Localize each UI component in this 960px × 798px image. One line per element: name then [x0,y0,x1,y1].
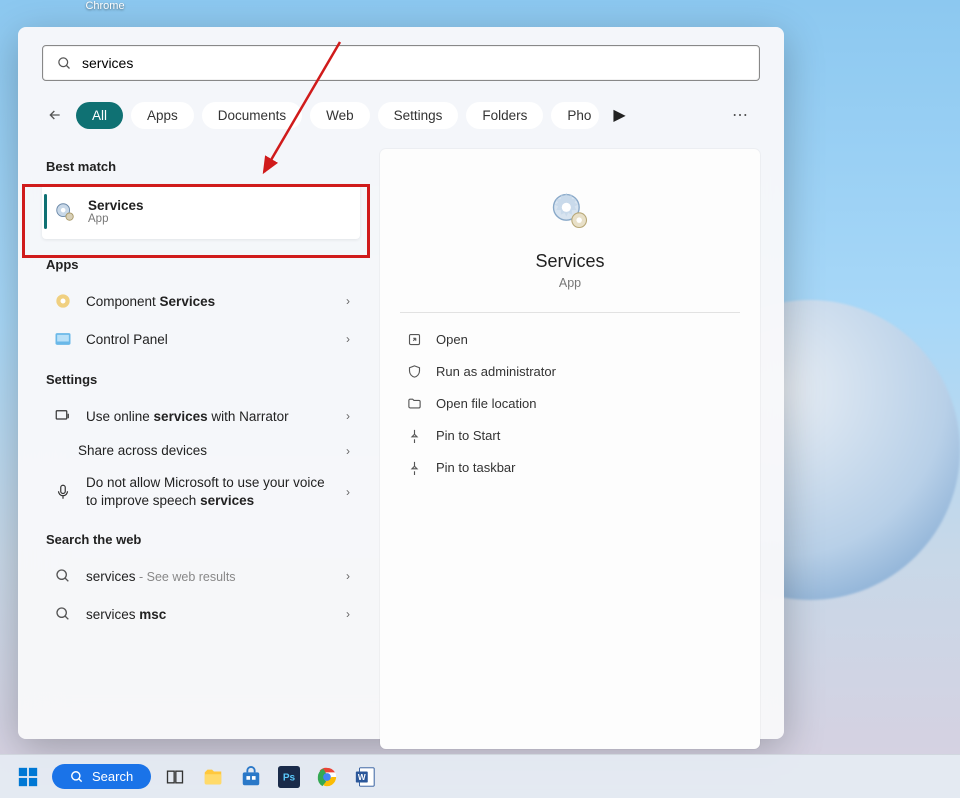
detail-pane: Services App Open Run as administrator O… [380,149,760,749]
result-title: services msc [86,607,166,622]
narrator-icon [52,405,74,427]
chevron-right-icon: › [346,607,350,621]
component-services-icon [52,290,74,312]
section-header-apps: Apps [46,257,360,272]
result-title: Component Services [86,294,215,309]
result-narrator-services[interactable]: Use online services with Narrator › [42,397,360,435]
result-title: Share across devices [78,443,207,458]
section-header-best-match: Best match [46,159,360,174]
filter-tab-photos[interactable]: Pho [551,102,599,129]
microphone-icon [52,481,74,503]
filter-row: All Apps Documents Web Settings Folders … [42,99,760,131]
result-share-devices[interactable]: Share across devices › [42,435,360,466]
search-input[interactable] [82,55,745,71]
filter-tab-folders[interactable]: Folders [466,102,543,129]
action-label: Pin to Start [436,428,500,443]
chevron-right-icon: › [346,485,350,499]
results-column: Best match Services App Apps Component S… [42,149,360,749]
section-header-settings: Settings [46,372,360,387]
search-icon [52,565,74,587]
search-icon [57,56,72,71]
desktop-icon-chrome-label[interactable]: Chrome [70,0,140,12]
pin-icon [406,427,422,443]
back-button[interactable] [42,102,68,128]
detail-subtitle: App [400,276,740,290]
action-label: Pin to taskbar [436,460,516,475]
taskbar-task-view[interactable] [161,763,189,791]
action-open[interactable]: Open [400,323,740,355]
pin-icon [406,459,422,475]
filter-tab-settings[interactable]: Settings [378,102,459,129]
more-options-button[interactable]: ⋯ [722,99,760,131]
taskbar-explorer-icon[interactable] [199,763,227,791]
filter-tab-apps[interactable]: Apps [131,102,194,129]
taskbar-word-icon[interactable]: W [351,763,379,791]
chevron-right-icon: › [346,569,350,583]
action-open-location[interactable]: Open file location [400,387,740,419]
start-button[interactable] [14,763,42,791]
search-box[interactable] [42,45,760,81]
chevron-right-icon: › [346,332,350,346]
taskbar-store-icon[interactable] [237,763,265,791]
result-component-services[interactable]: Component Services › [42,282,360,320]
shield-icon [406,363,422,379]
action-label: Open [436,332,468,347]
filter-tab-all[interactable]: All [76,102,123,129]
result-title: services - See web results [86,569,236,584]
filter-tab-documents[interactable]: Documents [202,102,302,129]
services-gear-icon [54,201,76,223]
result-speech-services[interactable]: Do not allow Microsoft to use your voice… [42,466,360,518]
action-run-admin[interactable]: Run as administrator [400,355,740,387]
folder-icon [406,395,422,411]
result-title: Do not allow Microsoft to use your voice… [86,474,334,510]
divider [400,312,740,313]
result-web-services-msc[interactable]: services msc › [42,595,360,633]
taskbar-chrome-icon[interactable] [313,763,341,791]
chevron-right-icon: › [346,409,350,423]
taskbar-search-button[interactable]: Search [52,764,151,789]
action-label: Open file location [436,396,536,411]
result-subtitle: App [88,213,144,225]
result-best-services[interactable]: Services App [42,184,360,239]
action-pin-start[interactable]: Pin to Start [400,419,740,451]
result-web-services[interactable]: services - See web results › [42,557,360,595]
filter-tab-web[interactable]: Web [310,102,370,129]
services-gear-icon [548,189,592,233]
result-title: Control Panel [86,332,168,347]
detail-title: Services [400,251,740,272]
taskbar-search-label: Search [92,769,133,784]
svg-text:Ps: Ps [283,772,296,783]
svg-text:W: W [358,772,366,781]
result-title: Services [88,198,144,213]
result-title: Use online services with Narrator [86,409,289,424]
taskbar-photoshop-icon[interactable]: Ps [275,763,303,791]
control-panel-icon [52,328,74,350]
open-icon [406,331,422,347]
chevron-right-icon: › [346,444,350,458]
start-search-panel: All Apps Documents Web Settings Folders … [18,27,784,739]
action-label: Run as administrator [436,364,556,379]
result-control-panel[interactable]: Control Panel › [42,320,360,358]
section-header-web: Search the web [46,532,360,547]
action-pin-taskbar[interactable]: Pin to taskbar [400,451,740,483]
taskbar: Search Ps W [0,754,960,798]
chevron-right-icon: › [346,294,350,308]
filter-scroll-right[interactable]: ▶ [607,101,631,129]
search-icon [52,603,74,625]
